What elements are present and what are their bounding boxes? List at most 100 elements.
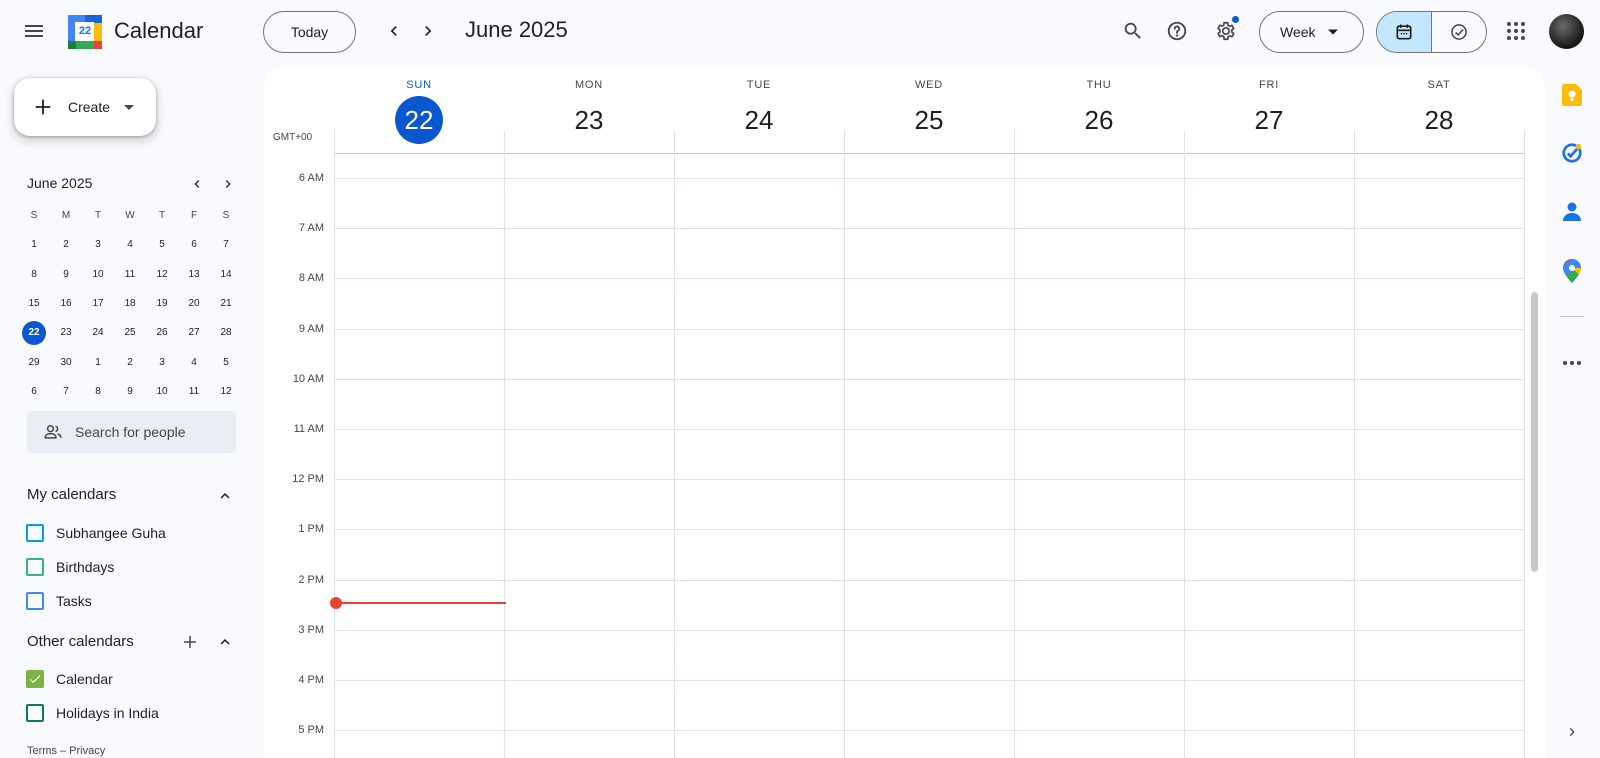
mini-calendar-next-button[interactable] — [214, 170, 242, 198]
search-button[interactable] — [1113, 11, 1153, 51]
mini-day[interactable]: 2 — [50, 230, 82, 259]
today-date[interactable]: 22 — [395, 96, 443, 144]
mini-day[interactable]: 27 — [178, 318, 210, 347]
day-date[interactable]: 28 — [1415, 96, 1463, 144]
mini-day[interactable]: 6 — [178, 230, 210, 259]
mini-day[interactable]: 11 — [114, 260, 146, 289]
mini-day[interactable]: 19 — [146, 289, 178, 318]
mini-calendar-prev-button[interactable] — [183, 170, 211, 198]
mini-day[interactable]: 17 — [82, 289, 114, 318]
mini-day-number: 10 — [156, 385, 168, 397]
checkbox[interactable] — [26, 558, 44, 576]
contacts-button[interactable] — [1556, 196, 1588, 228]
today-button[interactable]: Today — [263, 11, 356, 53]
mini-day[interactable]: 26 — [146, 318, 178, 347]
day-column-header[interactable]: SAT 28 — [1354, 66, 1524, 154]
calendar-logo[interactable]: 22 — [68, 15, 102, 49]
day-column-header[interactable]: THU 26 — [1014, 66, 1184, 154]
calendar-item[interactable]: Subhangee Guha — [26, 524, 166, 542]
mini-day[interactable]: 21 — [210, 289, 242, 318]
hour-label: 11 AM — [293, 423, 324, 435]
mini-day[interactable]: 18 — [114, 289, 146, 318]
mini-day[interactable]: 10 — [82, 260, 114, 289]
checkbox[interactable] — [26, 524, 44, 542]
mini-day[interactable]: 13 — [178, 260, 210, 289]
day-column-header[interactable]: MON 23 — [504, 66, 674, 154]
calendar-item[interactable]: Birthdays — [26, 558, 114, 576]
scrollbar[interactable] — [1531, 292, 1538, 572]
mini-day[interactable]: 1 — [18, 230, 50, 259]
more-apps-button[interactable] — [1556, 347, 1588, 379]
other-calendars-collapse-button[interactable] — [211, 628, 239, 656]
day-date[interactable]: 23 — [565, 96, 613, 144]
mini-day[interactable]: 4 — [178, 347, 210, 376]
mini-day[interactable]: 7 — [210, 230, 242, 259]
mini-day[interactable]: 30 — [50, 347, 82, 376]
previous-week-button[interactable] — [377, 14, 411, 48]
day-column-header[interactable]: WED 25 — [844, 66, 1014, 154]
account-avatar[interactable] — [1549, 14, 1584, 49]
day-column-header[interactable]: FRI 27 — [1184, 66, 1354, 154]
my-calendars-collapse-button[interactable] — [211, 482, 239, 510]
mini-day[interactable]: 7 — [50, 377, 82, 406]
mini-day[interactable]: 1 — [82, 347, 114, 376]
checkbox[interactable] — [26, 704, 44, 722]
calendar-item[interactable]: Tasks — [26, 592, 92, 610]
settings-button[interactable] — [1205, 11, 1245, 51]
day-column-header[interactable]: TUE 24 — [674, 66, 844, 154]
calendar-icon — [1396, 24, 1412, 40]
mini-day[interactable]: 6 — [18, 377, 50, 406]
mini-day[interactable]: 23 — [50, 318, 82, 347]
mini-day[interactable]: 28 — [210, 318, 242, 347]
terms-privacy-link[interactable]: Terms – Privacy — [27, 745, 105, 757]
day-column-header[interactable]: SUN 22 — [334, 66, 504, 154]
checkbox[interactable] — [26, 592, 44, 610]
day-date[interactable]: 24 — [735, 96, 783, 144]
mini-day[interactable]: 25 — [114, 318, 146, 347]
day-date[interactable]: 27 — [1245, 96, 1293, 144]
day-date[interactable]: 26 — [1075, 96, 1123, 144]
day-name: TUE — [746, 79, 772, 91]
google-apps-button[interactable] — [1496, 11, 1536, 51]
hour-line — [334, 178, 1525, 179]
checkbox-checked[interactable] — [26, 670, 44, 688]
mini-day[interactable]: 12 — [210, 377, 242, 406]
keep-button[interactable] — [1556, 79, 1588, 111]
calendar-item[interactable]: Holidays in India — [26, 704, 159, 722]
next-week-button[interactable] — [411, 14, 445, 48]
mini-day[interactable]: 24 — [82, 318, 114, 347]
mini-day[interactable]: 4 — [114, 230, 146, 259]
mini-day-selected[interactable]: 22 — [18, 318, 50, 347]
mini-day[interactable]: 9 — [50, 260, 82, 289]
mini-day[interactable]: 2 — [114, 347, 146, 376]
mini-day[interactable]: 8 — [18, 260, 50, 289]
mini-day[interactable]: 12 — [146, 260, 178, 289]
calendar-item[interactable]: Calendar — [26, 670, 113, 688]
view-selector[interactable]: Week — [1259, 11, 1364, 53]
mini-day[interactable]: 9 — [114, 377, 146, 406]
mini-day[interactable]: 5 — [210, 347, 242, 376]
mini-day[interactable]: 3 — [82, 230, 114, 259]
mini-day[interactable]: 29 — [18, 347, 50, 376]
expand-side-panel-button[interactable] — [1556, 716, 1588, 748]
calendar-view-toggle[interactable] — [1377, 12, 1432, 52]
main-menu-button[interactable] — [14, 11, 54, 51]
mini-day[interactable]: 15 — [18, 289, 50, 318]
maps-button[interactable] — [1556, 255, 1588, 287]
tasks-view-toggle[interactable] — [1432, 12, 1486, 52]
mini-day[interactable]: 16 — [50, 289, 82, 318]
mini-day[interactable]: 11 — [178, 377, 210, 406]
create-button[interactable]: Create — [14, 78, 156, 136]
search-people-input[interactable]: Search for people — [27, 411, 236, 453]
mini-day[interactable]: 3 — [146, 347, 178, 376]
mini-day[interactable]: 14 — [210, 260, 242, 289]
add-other-calendar-button[interactable] — [176, 628, 204, 656]
mini-day[interactable]: 8 — [82, 377, 114, 406]
help-button[interactable] — [1157, 11, 1197, 51]
calendar-item-label: Tasks — [56, 593, 92, 609]
mini-day[interactable]: 10 — [146, 377, 178, 406]
tasks-button[interactable] — [1556, 137, 1588, 169]
mini-day[interactable]: 5 — [146, 230, 178, 259]
mini-day[interactable]: 20 — [178, 289, 210, 318]
day-date[interactable]: 25 — [905, 96, 953, 144]
